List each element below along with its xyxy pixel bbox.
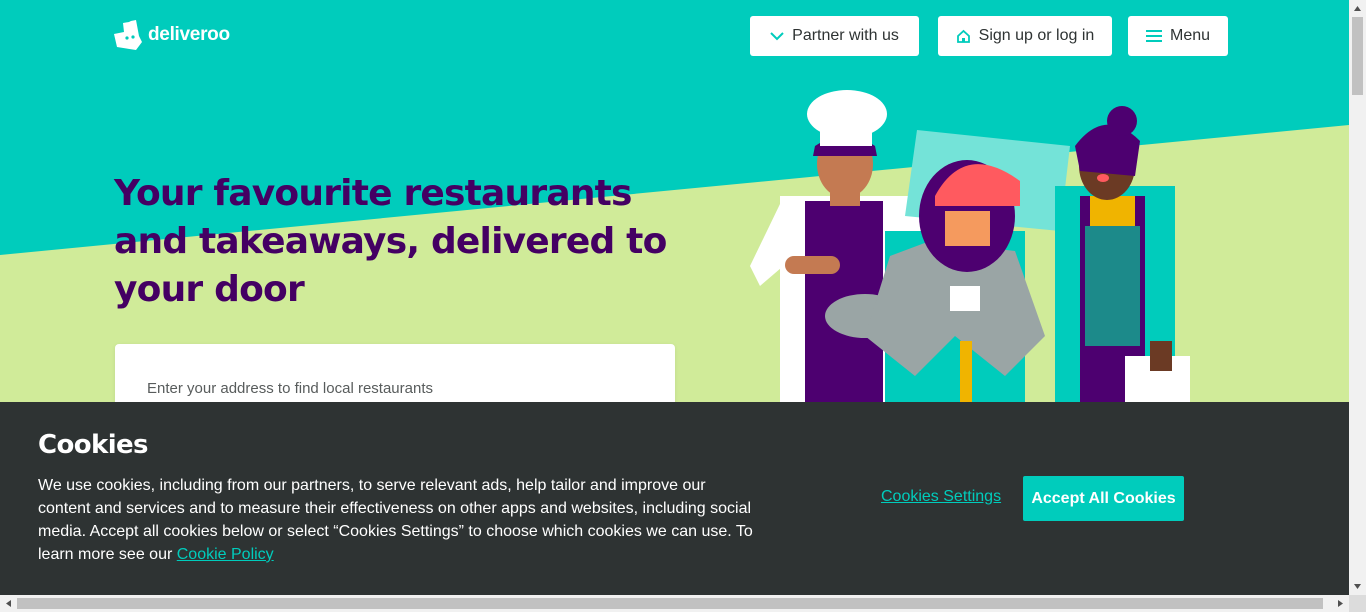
horizontal-scrollbar[interactable] — [0, 595, 1349, 612]
chevron-down-icon — [770, 32, 784, 41]
site-header: deliveroo Partner with us Sign up or log… — [0, 0, 1349, 72]
cookie-title: Cookies — [38, 430, 149, 460]
home-icon — [956, 29, 970, 43]
cookie-banner: Cookies We use cookies, including from o… — [0, 402, 1349, 595]
sign-up-or-log-in-button[interactable]: Sign up or log in — [938, 16, 1112, 56]
accept-all-cookies-button[interactable]: Accept All Cookies — [1023, 476, 1184, 521]
deliveroo-logo[interactable]: deliveroo — [114, 20, 230, 50]
logo-text: deliveroo — [148, 24, 230, 45]
riders-illustration — [750, 90, 1190, 406]
cookies-settings-link[interactable]: Cookies Settings — [881, 488, 1001, 506]
scroll-up-arrow-icon[interactable] — [1349, 0, 1366, 17]
cookie-text: We use cookies, including from our partn… — [38, 474, 758, 566]
hero-headline: Your favourite restaurants and takeaways… — [114, 173, 667, 310]
scroll-left-arrow-icon[interactable] — [0, 595, 17, 612]
hamburger-menu-icon — [1145, 30, 1162, 42]
cookie-body: We use cookies, including from our partn… — [38, 477, 753, 563]
scroll-down-arrow-icon[interactable] — [1349, 578, 1366, 595]
address-input[interactable] — [135, 374, 655, 402]
scroll-right-arrow-icon[interactable] — [1332, 595, 1349, 612]
signup-label: Sign up or log in — [978, 27, 1095, 44]
menu-button[interactable]: Menu — [1128, 16, 1228, 56]
vertical-scrollbar[interactable] — [1349, 0, 1366, 595]
deliveroo-kangaroo-icon — [114, 20, 142, 50]
scrollbar-corner — [1349, 595, 1366, 612]
horizontal-scrollbar-thumb[interactable] — [17, 598, 1323, 609]
partner-label: Partner with us — [792, 27, 899, 44]
menu-label: Menu — [1169, 27, 1211, 44]
cookie-policy-link[interactable]: Cookie Policy — [177, 546, 274, 563]
vertical-scrollbar-thumb[interactable] — [1352, 17, 1363, 95]
partner-with-us-button[interactable]: Partner with us — [750, 16, 919, 56]
